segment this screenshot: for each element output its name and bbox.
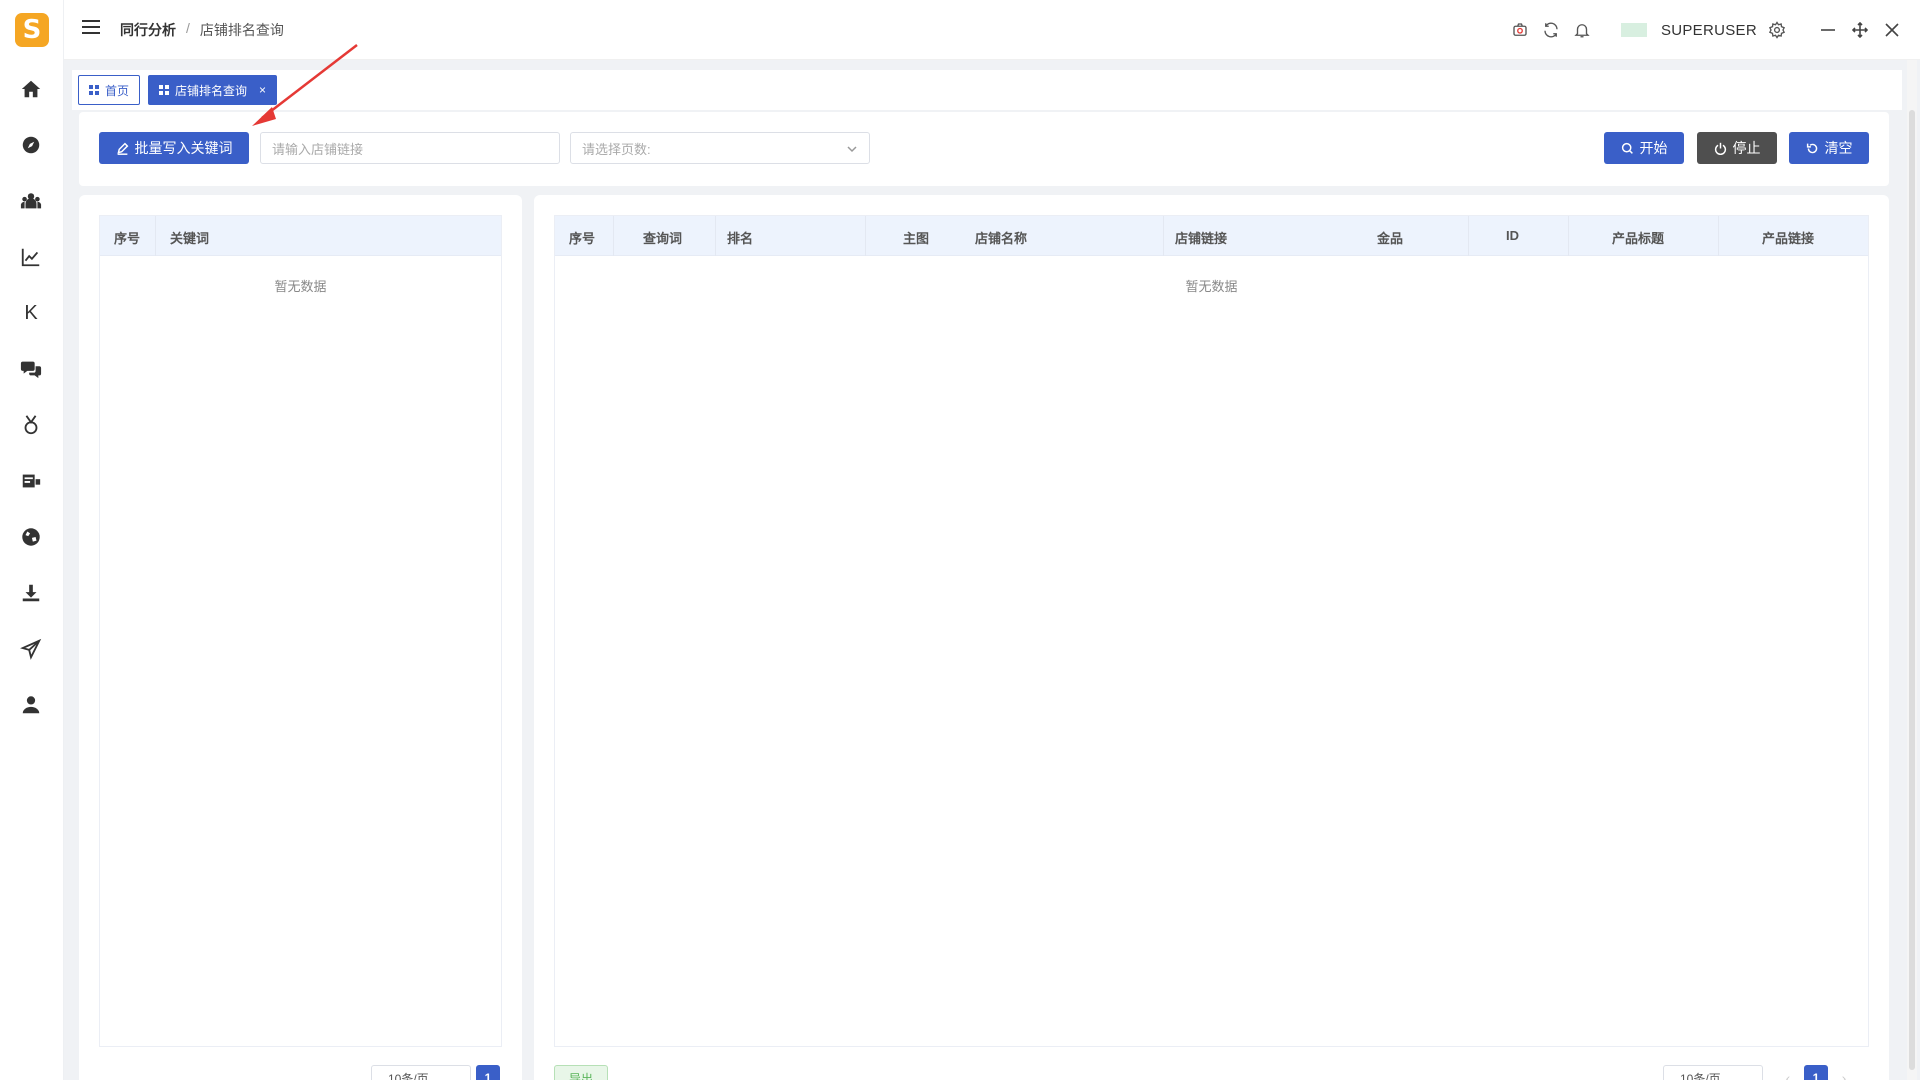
send-icon[interactable] — [18, 636, 44, 662]
medal-icon[interactable] — [18, 412, 44, 438]
results-panel: 序号 查询词 排名 主图 店铺名称 店铺链接 金品 ID 产品标题 产品链接 暂… — [534, 195, 1889, 1080]
table-header: 序号 关键词 — [100, 216, 501, 256]
scrollbar-thumb[interactable] — [1909, 110, 1915, 1070]
export-button[interactable]: 导出 — [554, 1065, 609, 1080]
column-divider — [865, 216, 866, 256]
next-page-button[interactable]: › — [1832, 1065, 1856, 1080]
power-icon — [1714, 142, 1726, 155]
page-size-select[interactable]: 10条/页 — [371, 1065, 471, 1080]
column-header: 店铺链接 — [1175, 231, 1228, 246]
store-icon[interactable] — [18, 468, 44, 494]
tab-close-icon[interactable]: × — [259, 83, 266, 97]
button-label: 停止 — [1732, 140, 1761, 156]
gear-icon[interactable] — [1766, 19, 1788, 41]
people-icon[interactable] — [18, 188, 44, 214]
user-icon[interactable] — [18, 692, 44, 718]
tab-label: 店铺排名查询 — [175, 83, 248, 98]
column-header: 排名 — [727, 231, 754, 246]
button-label: 清空 — [1824, 140, 1853, 156]
trend-icon[interactable] — [18, 244, 44, 270]
grid-icon — [159, 85, 170, 95]
home-icon[interactable] — [18, 76, 44, 102]
keywords-panel: 序号 关键词 暂无数据 10条/页 1 — [79, 195, 522, 1080]
select-placeholder: 请选择页数: — [582, 141, 651, 157]
keywords-table: 序号 关键词 暂无数据 — [99, 215, 502, 1047]
column-header: 产品标题 — [1612, 231, 1665, 246]
page-number-button[interactable]: 1 — [476, 1065, 500, 1080]
avatar[interactable] — [1620, 23, 1647, 37]
batch-write-keywords-button[interactable]: 批量写入关键词 — [99, 132, 249, 164]
chat-icon[interactable] — [18, 356, 44, 382]
column-header: 产品链接 — [1762, 231, 1815, 246]
empty-state: 暂无数据 — [274, 279, 327, 294]
k-icon[interactable]: K — [18, 300, 44, 326]
results-table: 序号 查询词 排名 主图 店铺名称 店铺链接 金品 ID 产品标题 产品链接 暂… — [554, 215, 1869, 1047]
column-divider — [1163, 216, 1164, 256]
page-size-select[interactable]: 10条/页 — [1663, 1065, 1763, 1080]
column-header: 序号 — [569, 231, 596, 246]
tab-label: 首页 — [105, 83, 130, 98]
start-button[interactable]: 开始 — [1604, 132, 1684, 164]
refresh-icon[interactable] — [1540, 19, 1562, 41]
chevron-down-icon — [847, 142, 857, 153]
top-header: 同行分析 / 店铺排名查询 SUPERUSER — [64, 0, 1920, 60]
main-content: 首页 店铺排名查询 × 批量写入关键词 请输入店铺链接 请选择页数: 开始 停止… — [64, 60, 1920, 1080]
app-logo: S — [15, 13, 49, 47]
column-divider — [1568, 216, 1569, 256]
sidebar: S K — [0, 0, 64, 1080]
column-header: 查询词 — [643, 231, 683, 246]
reset-icon — [1806, 143, 1817, 153]
globe-icon[interactable] — [18, 524, 44, 550]
screenshot-icon[interactable] — [1509, 19, 1531, 41]
bell-icon[interactable] — [1571, 19, 1593, 41]
column-header: ID — [1506, 228, 1519, 243]
table-header: 序号 查询词 排名 主图 店铺名称 店铺链接 金品 ID 产品标题 产品链接 — [555, 216, 1868, 256]
username-label[interactable]: SUPERUSER — [1661, 22, 1757, 39]
button-label: 开始 — [1639, 140, 1668, 156]
edit-icon — [116, 142, 128, 155]
column-divider — [1468, 216, 1469, 256]
tab-home[interactable]: 首页 — [78, 75, 141, 105]
empty-state: 暂无数据 — [1185, 279, 1238, 294]
minimize-icon[interactable] — [1818, 20, 1838, 40]
column-header: 店铺名称 — [975, 231, 1028, 246]
move-icon[interactable] — [1850, 20, 1870, 40]
page-scrollbar[interactable] — [1907, 60, 1917, 1080]
column-header: 序号 — [114, 231, 141, 246]
search-icon — [1621, 142, 1633, 154]
column-divider — [613, 216, 614, 256]
compass-icon[interactable] — [18, 132, 44, 158]
breadcrumb-separator: / — [186, 20, 190, 36]
breadcrumb-item[interactable]: 同行分析 — [120, 20, 176, 40]
prev-page-button[interactable]: ‹ — [1776, 1065, 1800, 1080]
header-actions: SUPERUSER — [1500, 0, 1920, 60]
button-label: 批量写入关键词 — [134, 140, 233, 156]
column-header: 金品 — [1377, 231, 1404, 246]
shop-link-input[interactable]: 请输入店铺链接 — [260, 132, 560, 164]
query-toolbar: 批量写入关键词 请输入店铺链接 请选择页数: 开始 停止 清空 — [79, 112, 1889, 186]
tab-shop-rank-query[interactable]: 店铺排名查询 × — [148, 75, 278, 105]
column-header: 主图 — [903, 231, 930, 246]
clear-button[interactable]: 清空 — [1789, 132, 1869, 164]
page-number-button[interactable]: 1 — [1804, 1065, 1828, 1080]
column-header: 关键词 — [170, 231, 210, 246]
column-divider — [1718, 216, 1719, 256]
column-divider — [155, 216, 156, 256]
tab-bar: 首页 店铺排名查询 × — [72, 70, 1902, 110]
grid-icon — [89, 85, 99, 95]
page-count-select[interactable]: 请选择页数: — [570, 132, 870, 164]
download-icon[interactable] — [18, 580, 44, 606]
breadcrumb-item: 店铺排名查询 — [199, 22, 284, 38]
column-divider — [715, 216, 716, 256]
close-icon[interactable] — [1882, 20, 1902, 40]
menu-toggle-icon[interactable] — [82, 20, 100, 38]
breadcrumb: 同行分析 / 店铺排名查询 — [120, 20, 284, 40]
stop-button[interactable]: 停止 — [1697, 132, 1777, 164]
